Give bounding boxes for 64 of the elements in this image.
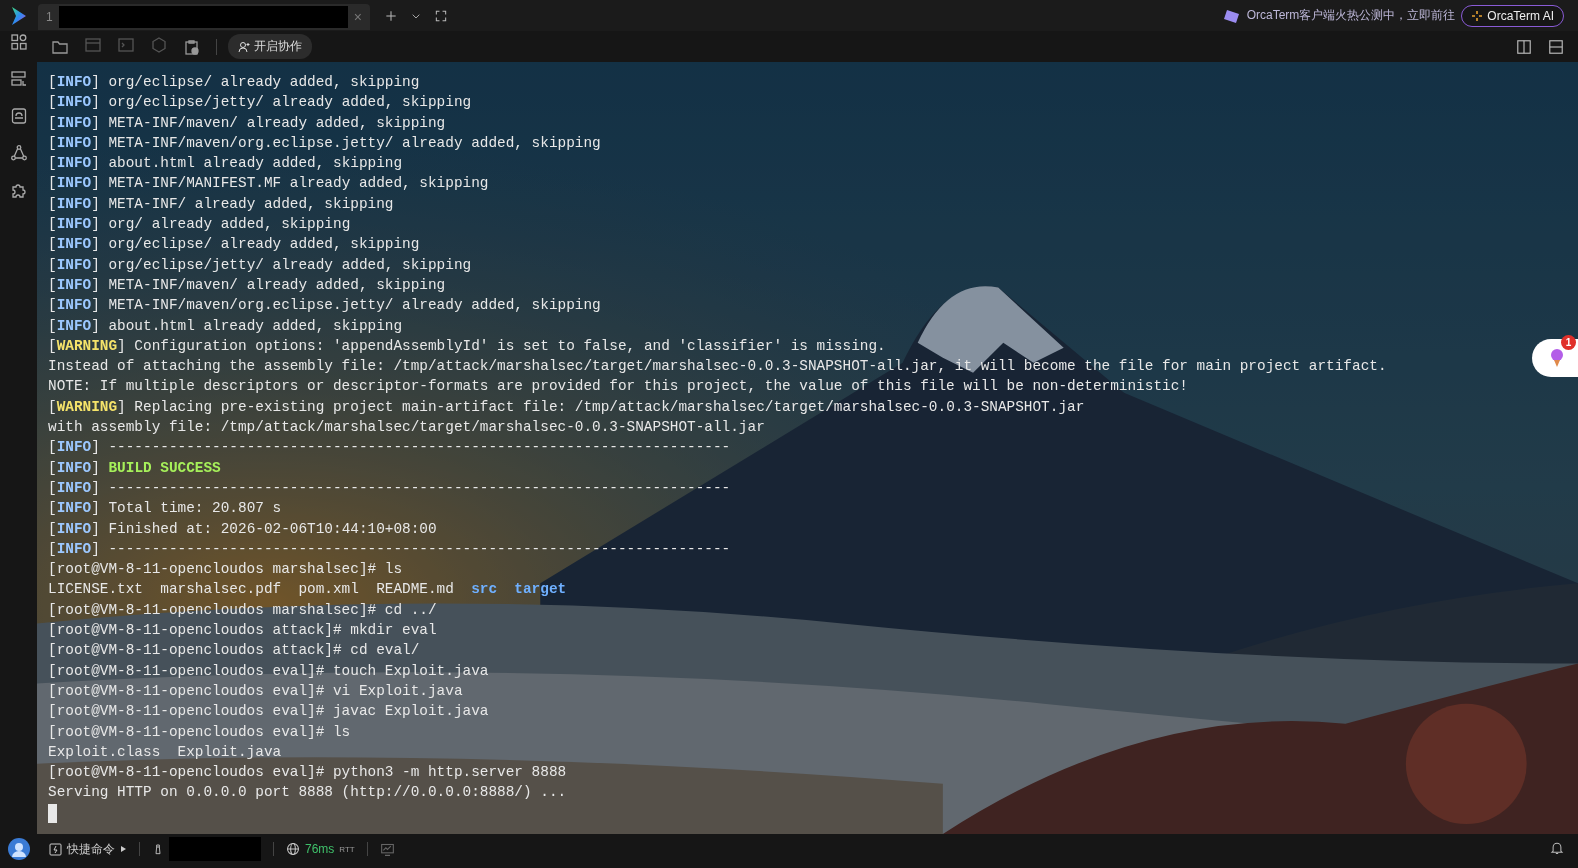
text-cursor	[48, 803, 57, 823]
server-list-icon[interactable]	[9, 70, 28, 88]
terminal-line: [INFO] org/eclipse/ already added, skipping	[48, 235, 420, 255]
promo-link[interactable]: OrcaTerm客户端火热公测中，立即前往	[1246, 7, 1456, 24]
terminal-line: [INFO] org/ already added, skipping	[48, 215, 351, 235]
avatar[interactable]	[6, 837, 31, 861]
ai-button[interactable]: OrcaTerm AI	[1461, 4, 1564, 27]
lightning-icon	[49, 842, 62, 856]
terminal-line: [INFO] about.html already added, skipping	[48, 316, 403, 336]
add-user-icon	[238, 40, 250, 53]
terminal-line: Serving HTTP on 0.0.0.0 port 8888 (http://0.0.0.0:8888/) ...	[48, 783, 567, 803]
terminal-line: [INFO] about.html already added, skipping	[48, 154, 403, 174]
terminal-line: [INFO] ------------------------------------------------------------------------	[48, 438, 731, 458]
terminal-line: with assembly file: /tmp/attack/marshalsec/target/marshalsec-0.0.3-SNAPSHOT-all.jar	[48, 418, 765, 438]
plus-icon[interactable]	[384, 8, 398, 23]
terminal-line: LICENSE.txt marshalsec.pdf pom.xml README.md src target	[48, 580, 567, 600]
terminal-line: [root@VM-8-11-opencloudos eval]# vi Exploit.java	[48, 681, 463, 701]
terminal-line: [root@VM-8-11-opencloudos eval]# javac Exploit.java	[48, 702, 489, 722]
tab-number: 1	[46, 9, 53, 24]
terminal-line: [root@VM-8-11-opencloudos eval]# touch Exploit.java	[48, 661, 489, 681]
collaborate-button[interactable]: 开启协作	[228, 34, 312, 59]
lightbulb-icon	[1548, 348, 1566, 368]
apps-icon[interactable]	[9, 33, 28, 51]
play-caret-icon	[120, 845, 127, 853]
terminal-line: [INFO] ------------------------------------------------------------------------	[48, 478, 731, 498]
terminal-tab[interactable]: 1 ×	[38, 3, 370, 30]
terminal-line: [INFO] org/eclipse/jetty/ already added, skipping	[48, 255, 472, 275]
app-logo[interactable]	[10, 4, 28, 27]
terminal-line: [INFO] Total time: 20.807 s	[48, 499, 282, 519]
terminal-line: [WARNING] Configuration options: 'appendAssemblyId' is set to false, and 'classifier' is missing.	[48, 336, 886, 356]
terminal-line: [root@VM-8-11-opencloudos attack]# cd eval/	[48, 641, 420, 661]
sparkle-icon	[1471, 9, 1484, 22]
terminal-line: [INFO] org/eclipse/ already added, skipping	[48, 73, 420, 92]
terminal-line: [INFO] Finished at: 2026-02-06T10:44:10+08:00	[48, 519, 437, 539]
globe-icon[interactable]	[286, 842, 300, 856]
drive-icon[interactable]	[9, 107, 28, 125]
terminal-line: [INFO] org/eclipse/jetty/ already added, skipping	[48, 93, 472, 113]
terminal-line: [root@VM-8-11-opencloudos marshalsec]# cd ../	[48, 600, 437, 620]
nodes-icon[interactable]	[9, 144, 28, 162]
terminal-line: [INFO] META-INF/maven/org.eclipse.jetty/ already added, skipping	[48, 133, 601, 153]
terminal-line: NOTE: If multiple descriptors or descriptor-formats are provided for this project, the value of this file will be non-deterministic!	[48, 377, 1188, 397]
terminal-line: [INFO] META-INF/ already added, skipping	[48, 194, 394, 214]
terminal-line: Exploit.class Exploit.java	[48, 742, 282, 762]
monitor-icon[interactable]	[379, 841, 395, 857]
terminal-line: [INFO] META-INF/maven/ already added, skipping	[48, 275, 446, 295]
clipboard-icon[interactable]	[183, 37, 201, 56]
split-vertical-icon[interactable]	[1516, 38, 1532, 55]
latency-value: 76ms	[305, 842, 335, 856]
terminal-line: [INFO] BUILD SUCCESS	[48, 458, 221, 478]
quick-commands-button[interactable]: 快捷命令	[37, 840, 139, 858]
fullscreen-icon[interactable]	[434, 8, 448, 23]
terminal-line: [WARNING] Replacing pre-existing project main-artifact file: /tmp/attack/marshalsec/target/marshalsec-0.0.3-SNAPSHOT.jar	[48, 397, 1085, 417]
terminal-line: [INFO] META-INF/maven/ already added, skipping	[48, 113, 446, 133]
terminal-line: [INFO] ------------------------------------------------------------------------	[48, 539, 731, 559]
terminal-line: [INFO] META-INF/MANIFEST.MF already added, skipping	[48, 174, 489, 194]
terminal-line: [root@VM-8-11-opencloudos marshalsec]# ls	[48, 560, 403, 580]
latency-unit: RTT	[339, 844, 355, 854]
split-horizontal-icon[interactable]	[1548, 38, 1564, 55]
terminal-line: [root@VM-8-11-opencloudos eval]# python3 -m http.server 8888	[48, 763, 567, 783]
puzzle-icon[interactable]	[9, 181, 28, 199]
terminal-line: [INFO] META-INF/maven/org.eclipse.jetty/ already added, skipping	[48, 296, 601, 316]
terminal-line: [root@VM-8-11-opencloudos eval]# ls	[48, 722, 351, 742]
terminal-line: [root@VM-8-11-opencloudos attack]# mkdir eval	[48, 621, 437, 640]
bell-icon[interactable]	[1550, 840, 1564, 855]
